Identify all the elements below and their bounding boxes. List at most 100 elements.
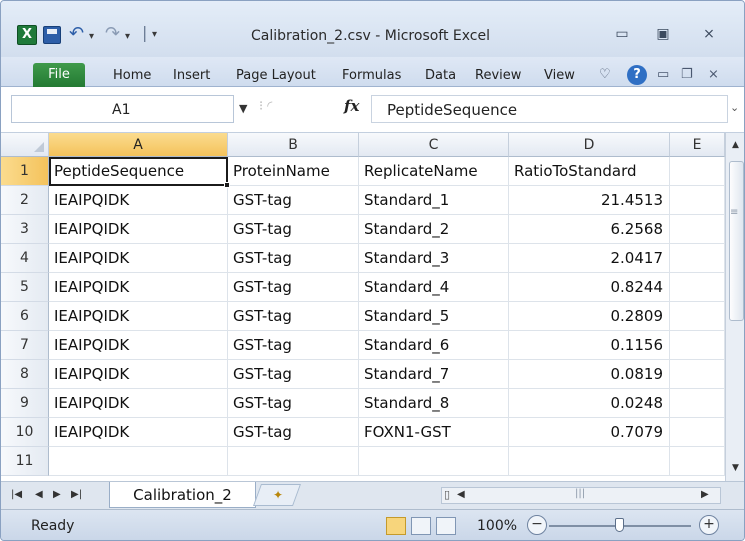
cell-a5[interactable]: IEAIPQIDK <box>49 273 228 302</box>
cell-d6[interactable]: 0.2809 <box>509 302 670 331</box>
cell-e8[interactable] <box>670 360 725 389</box>
cell-a3[interactable]: IEAIPQIDK <box>49 215 228 244</box>
minimize-ribbon-icon[interactable]: ♡ <box>599 67 611 82</box>
help-icon[interactable]: ? <box>627 65 647 85</box>
cell-d10[interactable]: 0.7079 <box>509 418 670 447</box>
cell-e7[interactable] <box>670 331 725 360</box>
cell-a6[interactable]: IEAIPQIDK <box>49 302 228 331</box>
sheet-tab-calibration-2[interactable]: Calibration_2 <box>109 482 256 508</box>
row-header-4[interactable]: 4 <box>1 244 49 273</box>
cell-b10[interactable]: GST-tag <box>228 418 359 447</box>
cell-e4[interactable] <box>670 244 725 273</box>
file-tab[interactable]: File <box>33 63 85 87</box>
row-header-6[interactable]: 6 <box>1 302 49 331</box>
cell-c10[interactable]: FOXN1-GST <box>359 418 509 447</box>
undo-dropdown-icon[interactable]: ▾ <box>89 31 94 42</box>
cell-c8[interactable]: Standard_7 <box>359 360 509 389</box>
row-header-11[interactable]: 11 <box>1 447 49 476</box>
tab-formulas[interactable]: Formulas <box>342 68 401 83</box>
undo-icon[interactable]: ↶ <box>69 23 84 44</box>
cell-c9[interactable]: Standard_8 <box>359 389 509 418</box>
cell-d11[interactable] <box>509 447 670 476</box>
cell-e3[interactable] <box>670 215 725 244</box>
row-header-1[interactable]: 1 <box>1 157 49 186</box>
row-header-7[interactable]: 7 <box>1 331 49 360</box>
redo-dropdown-icon[interactable]: ▾ <box>125 31 130 42</box>
cell-d4[interactable]: 2.0417 <box>509 244 670 273</box>
tab-split-handle[interactable]: ▯ <box>444 488 450 501</box>
zoom-in-button[interactable]: + <box>699 515 719 535</box>
cell-e10[interactable] <box>670 418 725 447</box>
cell-a9[interactable]: IEAIPQIDK <box>49 389 228 418</box>
cell-a4[interactable]: IEAIPQIDK <box>49 244 228 273</box>
cell-a10[interactable]: IEAIPQIDK <box>49 418 228 447</box>
cell-c11[interactable] <box>359 447 509 476</box>
close-button[interactable]: ⨯ <box>698 25 720 43</box>
cell-e5[interactable] <box>670 273 725 302</box>
zoom-slider-thumb[interactable] <box>615 518 624 532</box>
cell-b7[interactable]: GST-tag <box>228 331 359 360</box>
scroll-down-icon[interactable]: ▼ <box>732 463 739 473</box>
row-header-8[interactable]: 8 <box>1 360 49 389</box>
save-icon[interactable] <box>43 26 61 44</box>
cell-a7[interactable]: IEAIPQIDK <box>49 331 228 360</box>
cell-b3[interactable]: GST-tag <box>228 215 359 244</box>
cell-d7[interactable]: 0.1156 <box>509 331 670 360</box>
row-header-3[interactable]: 3 <box>1 215 49 244</box>
last-sheet-icon[interactable]: ▶| <box>71 489 82 500</box>
redo-icon[interactable]: ↷ <box>105 23 120 44</box>
horizontal-scroll-grip-icon[interactable]: ||| <box>575 488 585 499</box>
cell-e9[interactable] <box>670 389 725 418</box>
cell-b8[interactable]: GST-tag <box>228 360 359 389</box>
tab-home[interactable]: Home <box>113 68 151 83</box>
cell-b6[interactable]: GST-tag <box>228 302 359 331</box>
cell-b4[interactable]: GST-tag <box>228 244 359 273</box>
tab-view[interactable]: View <box>544 68 575 83</box>
cell-a8[interactable]: IEAIPQIDK <box>49 360 228 389</box>
cell-d1[interactable]: RatioToStandard <box>509 157 670 186</box>
cell-e1[interactable] <box>670 157 725 186</box>
row-header-5[interactable]: 5 <box>1 273 49 302</box>
cell-c4[interactable]: Standard_3 <box>359 244 509 273</box>
cell-d8[interactable]: 0.0819 <box>509 360 670 389</box>
zoom-out-button[interactable]: − <box>527 515 547 535</box>
cell-c1[interactable]: ReplicateName <box>359 157 509 186</box>
cell-b9[interactable]: GST-tag <box>228 389 359 418</box>
name-box-dropdown-icon[interactable]: ▼ <box>239 102 247 115</box>
cell-d2[interactable]: 21.4513 <box>509 186 670 215</box>
cell-e6[interactable] <box>670 302 725 331</box>
cell-c3[interactable]: Standard_2 <box>359 215 509 244</box>
column-header-a[interactable]: A <box>49 133 228 157</box>
cell-c5[interactable]: Standard_4 <box>359 273 509 302</box>
row-header-10[interactable]: 10 <box>1 418 49 447</box>
vertical-scroll-thumb[interactable] <box>729 161 744 321</box>
insert-function-button[interactable]: fx <box>344 97 359 115</box>
insert-sheet-icon[interactable]: ✦ <box>273 488 283 502</box>
customize-quick-access-icon[interactable]: ▾ <box>152 29 157 40</box>
cell-a2[interactable]: IEAIPQIDK <box>49 186 228 215</box>
cell-b5[interactable]: GST-tag <box>228 273 359 302</box>
tab-review[interactable]: Review <box>475 68 521 83</box>
minimize-button[interactable]: ▭ <box>611 25 633 43</box>
cell-a11[interactable] <box>49 447 228 476</box>
cell-e2[interactable] <box>670 186 725 215</box>
column-header-e[interactable]: E <box>670 133 725 157</box>
workbook-restore-icon[interactable]: ❐ <box>681 67 693 82</box>
tab-page-layout[interactable]: Page Layout <box>236 68 316 83</box>
page-layout-view-button[interactable] <box>411 517 431 535</box>
name-box[interactable]: A1 <box>11 95 234 123</box>
row-header-9[interactable]: 9 <box>1 389 49 418</box>
scroll-right-icon[interactable]: ▶ <box>701 489 709 500</box>
cell-c7[interactable]: Standard_6 <box>359 331 509 360</box>
scroll-up-icon[interactable]: ▲ <box>732 140 739 150</box>
cell-b2[interactable]: GST-tag <box>228 186 359 215</box>
cell-d5[interactable]: 0.8244 <box>509 273 670 302</box>
cell-b1[interactable]: ProteinName <box>228 157 359 186</box>
cell-d9[interactable]: 0.0248 <box>509 389 670 418</box>
column-header-d[interactable]: D <box>509 133 670 157</box>
page-break-view-button[interactable] <box>436 517 456 535</box>
first-sheet-icon[interactable]: |◀ <box>11 489 22 500</box>
next-sheet-icon[interactable]: ▶ <box>53 489 61 500</box>
normal-view-button[interactable] <box>386 517 406 535</box>
row-header-2[interactable]: 2 <box>1 186 49 215</box>
